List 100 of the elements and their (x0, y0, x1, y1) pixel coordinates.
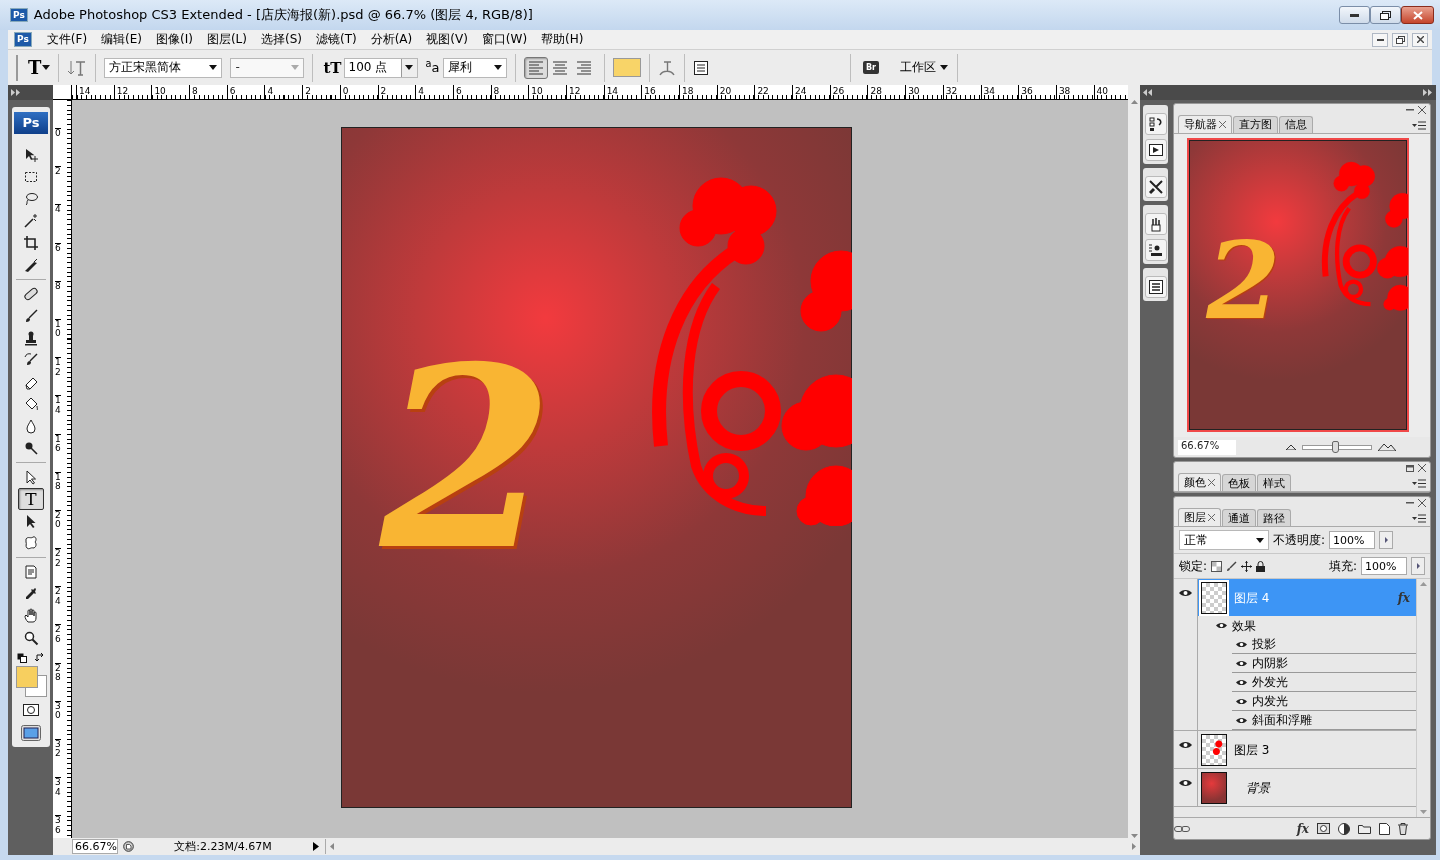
layer-row[interactable]: 背景 (1198, 769, 1416, 807)
clone-source-panel-button[interactable] (1144, 239, 1167, 261)
ruler-origin[interactable] (53, 85, 72, 100)
zoom-field[interactable]: 66.67% (1178, 439, 1236, 455)
panel-tab[interactable]: 信息 (1279, 116, 1313, 133)
panel-tab[interactable]: 通道 (1222, 509, 1256, 527)
status-menu-icon[interactable] (123, 841, 134, 852)
menu-item[interactable]: 视图(V) (419, 32, 475, 47)
visibility-eye-icon[interactable] (1236, 659, 1247, 667)
adjustment-layer-icon[interactable] (1338, 822, 1350, 835)
close-button[interactable] (1412, 32, 1428, 47)
panel-tab[interactable]: 样式 (1257, 474, 1291, 492)
layer-comps-panel-button[interactable] (1144, 276, 1167, 298)
lock-icon[interactable] (1256, 560, 1266, 572)
visibility-eye-icon[interactable] (1179, 589, 1192, 598)
tools-panel-button[interactable] (1144, 176, 1167, 198)
minimize-icon[interactable] (1406, 502, 1414, 505)
quick-mask-icon[interactable] (23, 704, 39, 716)
menu-item[interactable]: 文件(F) (39, 32, 95, 47)
menu-item[interactable]: 滤镜(T) (308, 32, 364, 47)
panel-tab[interactable]: 图层 (1178, 508, 1221, 527)
fill-field[interactable]: 100% (1361, 557, 1407, 576)
fill-arrow-button[interactable] (1411, 557, 1425, 576)
align-left-button[interactable] (524, 56, 549, 79)
slider-thumb[interactable] (1331, 440, 1339, 453)
type-tool-button[interactable]: T (27, 56, 43, 79)
panel-tab[interactable]: 直方图 (1233, 116, 1278, 133)
expand-icon[interactable] (1423, 89, 1433, 96)
type-tool-button[interactable]: T (18, 488, 44, 510)
mask-icon[interactable] (1317, 823, 1330, 835)
restore-button[interactable] (1392, 32, 1408, 47)
opacity-field[interactable]: 100% (1329, 531, 1376, 550)
close-icon[interactable] (1208, 514, 1215, 522)
close-icon[interactable] (1208, 479, 1215, 487)
restore-icon[interactable] (1406, 464, 1414, 472)
folder-icon[interactable] (1358, 823, 1371, 834)
menu-item[interactable]: 分析(A) (363, 32, 420, 47)
visibility-eye-icon[interactable] (1236, 640, 1247, 648)
layer-row[interactable]: 图层 3 (1198, 731, 1416, 769)
close-icon[interactable] (1418, 106, 1426, 114)
menu-item[interactable]: 图层(L) (199, 32, 254, 47)
history-panel-button[interactable] (1144, 113, 1167, 135)
effect-name[interactable]: 斜面和浮雕 (1252, 713, 1312, 728)
add-style-button[interactable]: fx (1296, 821, 1309, 837)
zoom-out-icon[interactable] (1286, 444, 1296, 451)
default-colors-icon[interactable] (17, 653, 27, 663)
visibility-eye-icon[interactable] (1179, 741, 1192, 750)
minimize-button[interactable] (1339, 6, 1370, 24)
close-icon[interactable] (1219, 121, 1226, 128)
warp-text-icon[interactable] (658, 58, 677, 77)
font-size-field[interactable]: 100 点 (343, 57, 418, 78)
panel-menu-icon[interactable] (1412, 121, 1426, 130)
panel-tab[interactable]: 路径 (1257, 509, 1291, 527)
close-icon[interactable] (1418, 464, 1426, 473)
panel-tab[interactable]: 颜色 (1178, 473, 1221, 492)
visibility-eye-icon[interactable] (1236, 678, 1247, 686)
lock-transparency-icon[interactable] (1211, 560, 1223, 572)
menu-item[interactable]: 帮助(H) (534, 32, 591, 47)
opacity-arrow-button[interactable] (1379, 531, 1394, 550)
lock-move-icon[interactable] (1241, 560, 1253, 572)
effect-name[interactable]: 内发光 (1252, 694, 1288, 709)
screen-mode-icon[interactable] (21, 725, 41, 741)
panel-tab[interactable]: 导航器 (1178, 115, 1232, 133)
link-icon[interactable] (1174, 824, 1190, 833)
collapse-icon[interactable] (1143, 89, 1153, 96)
maximize-button[interactable] (1370, 6, 1401, 24)
close-icon[interactable] (1418, 499, 1426, 508)
blend-mode-dropdown[interactable]: 正常 (1179, 530, 1269, 551)
anti-alias-dropdown[interactable]: 犀利 (443, 57, 508, 78)
workspace-button[interactable]: 工作区 (899, 56, 949, 79)
font-family-dropdown[interactable]: 方正宋黑简体 (104, 57, 223, 78)
trash-icon[interactable] (1398, 822, 1408, 835)
swap-colors-icon[interactable] (35, 653, 45, 663)
menu-item[interactable]: 编辑(E) (94, 32, 149, 47)
new-layer-icon[interactable] (1379, 822, 1390, 835)
visibility-eye-icon[interactable] (1216, 622, 1227, 630)
panel-menu-icon[interactable] (1412, 479, 1426, 489)
play-panel-button[interactable] (1144, 139, 1167, 161)
font-style-dropdown[interactable]: - (230, 57, 305, 78)
palettes-icon[interactable] (693, 59, 710, 76)
effect-name[interactable]: 外发光 (1252, 675, 1288, 690)
color-swatches-icon[interactable] (14, 666, 48, 698)
brushes-panel-button[interactable] (1144, 213, 1167, 235)
visibility-eye-icon[interactable] (1236, 697, 1247, 705)
panel-menu-icon[interactable] (1412, 514, 1426, 524)
menu-item[interactable]: 图像(I) (149, 32, 200, 47)
close-button[interactable] (1401, 6, 1434, 24)
expand-icon[interactable] (11, 89, 21, 96)
minimize-icon[interactable] (1406, 109, 1414, 111)
visibility-eye-icon[interactable] (1179, 779, 1192, 788)
effect-name[interactable]: 内阴影 (1252, 656, 1288, 671)
scroll-right-icon[interactable] (1132, 843, 1136, 850)
text-color-swatch[interactable] (613, 58, 642, 77)
effect-name[interactable]: 投影 (1252, 637, 1276, 652)
lock-brush-icon[interactable] (1226, 560, 1238, 572)
visibility-eye-icon[interactable] (1236, 716, 1247, 724)
menu-item[interactable]: 选择(S) (254, 32, 309, 47)
scroll-left-icon[interactable] (330, 843, 334, 850)
panel-tab[interactable]: 色板 (1222, 474, 1256, 492)
zoom-in-icon[interactable] (1378, 443, 1396, 452)
